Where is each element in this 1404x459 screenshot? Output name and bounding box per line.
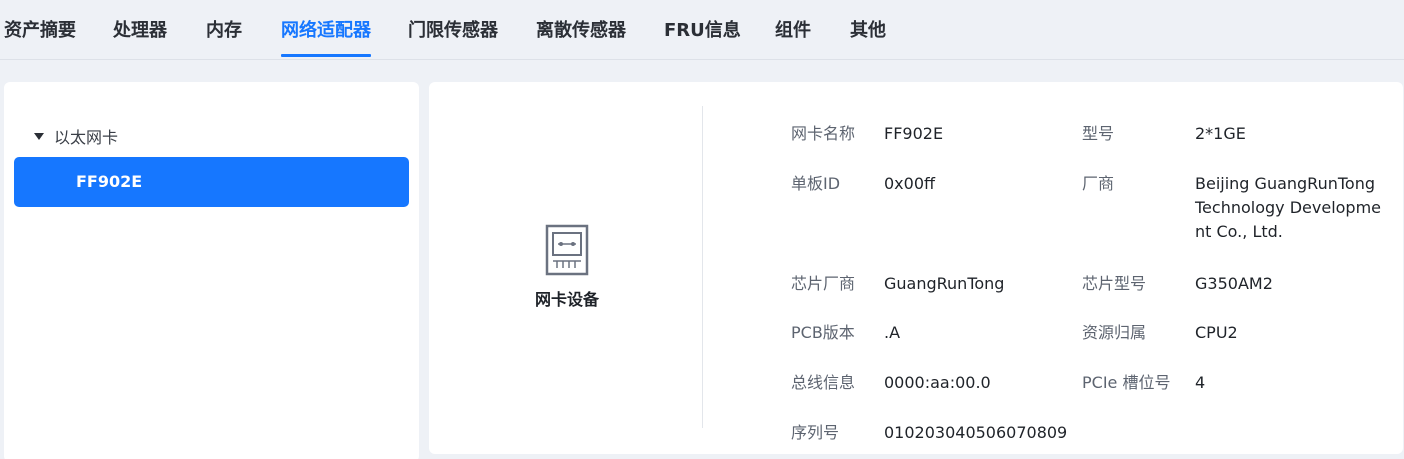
serial-number-label: 序列号 [791, 423, 840, 442]
pcb-version-value: .A [884, 323, 901, 342]
tab-asset-summary[interactable]: 资产摘要 [4, 19, 76, 43]
nic-name-value: FF902E [884, 124, 944, 143]
pcie-slot-label: PCIe 槽位号 [1082, 373, 1171, 392]
chip-model-value: G350AM2 [1195, 274, 1273, 293]
tree-group-label: 以太网卡 [54, 128, 119, 147]
model-label: 型号 [1082, 124, 1115, 143]
tab-memory[interactable]: 内存 [206, 19, 242, 43]
tab-network-adapter[interactable]: 网络适配器 [281, 19, 371, 57]
tab-components[interactable]: 组件 [775, 19, 811, 43]
pcie-slot-value: 4 [1195, 373, 1206, 392]
vendor-value: Beijing GuangRunTong Technology Developm… [1195, 174, 1382, 241]
tab-fru-info[interactable]: FRU信息 [664, 19, 741, 43]
serial-number-value: 010203040506070809 [884, 423, 1068, 442]
nic-name-label: 网卡名称 [791, 124, 856, 143]
tab-other[interactable]: 其他 [850, 19, 886, 43]
bus-info-value: 0000:aa:00.0 [884, 373, 991, 392]
adapter-detail-panel: 网卡设备 网卡名称 FF902E 型号 2*1GE 单板ID 0x00ff 厂商… [429, 82, 1403, 454]
tab-discrete-sensor[interactable]: 离散传感器 [536, 19, 626, 43]
resource-owner-label: 资源归属 [1082, 323, 1147, 342]
device-summary: 网卡设备 [529, 224, 605, 310]
tab-threshold-sensor[interactable]: 门限传感器 [408, 19, 498, 43]
vendor-label: 厂商 [1082, 174, 1115, 193]
tab-processor[interactable]: 处理器 [113, 19, 167, 43]
chip-vendor-label: 芯片厂商 [791, 274, 856, 293]
caret-down-icon [34, 133, 44, 140]
chip-vendor-value: GuangRunTong [884, 274, 1005, 293]
board-id-value: 0x00ff [884, 174, 936, 193]
tree-group-ethernet[interactable]: 以太网卡 [34, 124, 118, 148]
network-card-icon [545, 224, 589, 276]
model-value: 2*1GE [1195, 124, 1246, 143]
resource-owner-value: CPU2 [1195, 323, 1238, 342]
chip-model-label: 芯片型号 [1082, 274, 1147, 293]
tab-bar: 资产摘要 处理器 内存 网络适配器 门限传感器 离散传感器 FRU信息 组件 其… [0, 0, 1404, 60]
board-id-label: 单板ID [791, 174, 841, 193]
adapter-tree-panel: 以太网卡 FF902E [4, 82, 419, 459]
pcb-version-label: PCB版本 [791, 323, 855, 342]
tree-item-ff902e[interactable]: FF902E [14, 157, 409, 207]
bus-info-label: 总线信息 [791, 373, 856, 392]
device-label: 网卡设备 [534, 290, 599, 309]
vertical-divider [702, 106, 703, 428]
